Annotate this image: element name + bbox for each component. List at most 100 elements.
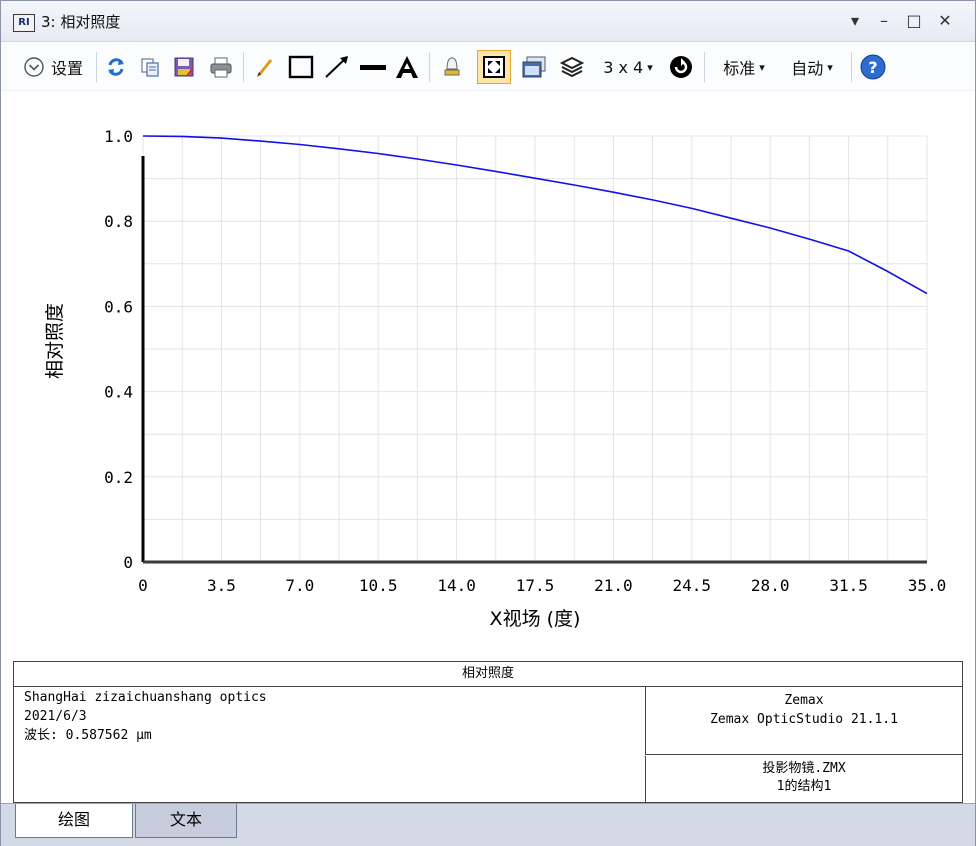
data-point	[534, 177, 536, 179]
copy-icon	[141, 58, 159, 77]
toolbar-divider	[96, 52, 97, 82]
copy-button[interactable]	[137, 54, 163, 80]
chevron-down-circle-icon	[24, 57, 44, 77]
data-point	[338, 148, 340, 150]
info-left-line: 2021/6/3	[24, 709, 87, 724]
toolbar-divider	[851, 52, 852, 82]
chevron-down-icon: ▾	[759, 60, 765, 74]
data-point	[652, 199, 654, 201]
save-button[interactable]	[171, 54, 197, 80]
refresh-button[interactable]	[103, 54, 129, 80]
chevron-down-icon: ▾	[647, 60, 653, 74]
x-tick-label: 3.5	[207, 576, 236, 595]
y-tick-label: 0.8	[104, 212, 133, 231]
x-tick-label: 7.0	[285, 576, 314, 595]
x-tick-label: 21.0	[594, 576, 633, 595]
data-point	[142, 135, 144, 137]
data-point	[181, 136, 183, 138]
window-icon	[522, 56, 546, 78]
save-icon	[174, 57, 194, 77]
toolbar: 设置 3 x 4 ▾ 标准 ▾ 自动 ▾ ?	[1, 42, 975, 91]
relative-illumination-chart: 0 3.5 7.0 10.5 14.0 17.5 21.0 24.5 28.0 31.5 35.0 0…	[44, 127, 947, 630]
data-point	[769, 227, 771, 229]
info-right-line: Zemax OpticStudio 21.1.1	[710, 712, 898, 727]
info-right-line: Zemax	[784, 693, 824, 708]
standard-dropdown[interactable]: 标准 ▾	[713, 54, 775, 80]
svg-text:?: ?	[868, 58, 877, 77]
line-icon	[360, 65, 386, 70]
auto-label: 自动	[791, 59, 824, 78]
help-button[interactable]: ?	[859, 54, 887, 80]
data-point	[730, 217, 732, 219]
x-tick-label: 31.5	[829, 576, 868, 595]
data-point	[809, 238, 811, 240]
fit-window-icon	[483, 56, 505, 78]
layers-icon	[560, 56, 584, 78]
x-axis-label: X视场 (度)	[490, 608, 581, 630]
y-tick-label: 0	[123, 553, 133, 572]
draw-line-button[interactable]	[358, 54, 388, 80]
chevron-down-icon: ▾	[827, 60, 833, 74]
rectangle-icon	[288, 55, 314, 79]
draw-text-button[interactable]	[394, 54, 420, 80]
x-tick-label: 24.5	[673, 576, 712, 595]
rotate-button[interactable]	[667, 54, 695, 80]
data-point	[221, 137, 223, 139]
tab-text[interactable]: 文本	[135, 804, 237, 838]
text-icon	[396, 56, 418, 78]
lamp-button[interactable]	[439, 54, 465, 80]
graph-window: RI 3: 相对照度 ▾ – □ ✕ 设置 3 x 4 ▾ 标准 ▾ 自动 ▾ …	[0, 0, 976, 846]
rotate-icon	[670, 56, 692, 78]
standard-label: 标准	[723, 59, 756, 78]
layers-button[interactable]	[558, 54, 586, 80]
title-bar: RI 3: 相对照度 ▾ – □ ✕	[1, 1, 975, 42]
close-button[interactable]: ✕	[934, 11, 956, 31]
toolbar-divider	[429, 52, 430, 82]
data-point	[926, 293, 928, 295]
settings-button[interactable]: 设置	[15, 54, 91, 80]
info-title: 相对照度	[14, 662, 962, 687]
data-point	[260, 140, 262, 142]
draw-arrow-button[interactable]	[323, 54, 351, 80]
info-box: 相对照度 ShangHai zizaichuanshang optics 202…	[13, 661, 963, 803]
print-icon	[210, 57, 232, 78]
data-point	[377, 153, 379, 155]
info-right-bottom: 投影物镜.ZMX 1的结构1	[645, 756, 962, 802]
plot-area: 0 3.5 7.0 10.5 14.0 17.5 21.0 24.5 28.0 31.5 35.0 0…	[1, 91, 975, 659]
info-right-line: 投影物镜.ZMX	[762, 761, 846, 776]
tab-plot[interactable]: 绘图	[15, 804, 133, 838]
x-tick-label: 10.5	[359, 576, 398, 595]
window-button[interactable]	[520, 54, 548, 80]
x-tick-label: 0	[138, 576, 148, 595]
lamp-icon	[444, 57, 460, 76]
info-left-line: ShangHai zizaichuanshang optics	[24, 690, 267, 705]
data-point	[887, 271, 889, 273]
maximize-button[interactable]: □	[903, 11, 925, 31]
pencil-icon	[257, 59, 273, 77]
app-icon: RI	[13, 14, 35, 32]
y-axis-label: 相对照度	[44, 303, 66, 379]
draw-rectangle-button[interactable]	[287, 54, 315, 80]
layout-dropdown[interactable]: 3 x 4 ▾	[596, 54, 660, 80]
window-title: 3: 相对照度	[41, 13, 121, 31]
tab-bar: 绘图 文本	[1, 803, 975, 846]
data-point	[691, 208, 693, 210]
minimize-button[interactable]: –	[873, 11, 895, 31]
window-menu-button[interactable]: ▾	[844, 11, 866, 31]
auto-dropdown[interactable]: 自动 ▾	[781, 54, 843, 80]
x-tick-label: 14.0	[437, 576, 476, 595]
y-tick-label: 0.6	[104, 297, 133, 316]
data-point	[613, 191, 615, 193]
draw-pencil-button[interactable]	[253, 54, 277, 80]
data-point	[299, 144, 301, 146]
x-tick-label: 17.5	[516, 576, 555, 595]
x-tick-label: 35.0	[908, 576, 947, 595]
data-point	[495, 171, 497, 173]
data-point	[848, 250, 850, 252]
help-icon: ?	[860, 54, 886, 80]
settings-label: 设置	[50, 59, 83, 78]
y-tick-label: 0.4	[104, 383, 133, 402]
print-button[interactable]	[207, 54, 235, 80]
toolbar-divider	[704, 52, 705, 82]
fit-window-button[interactable]	[477, 50, 511, 84]
